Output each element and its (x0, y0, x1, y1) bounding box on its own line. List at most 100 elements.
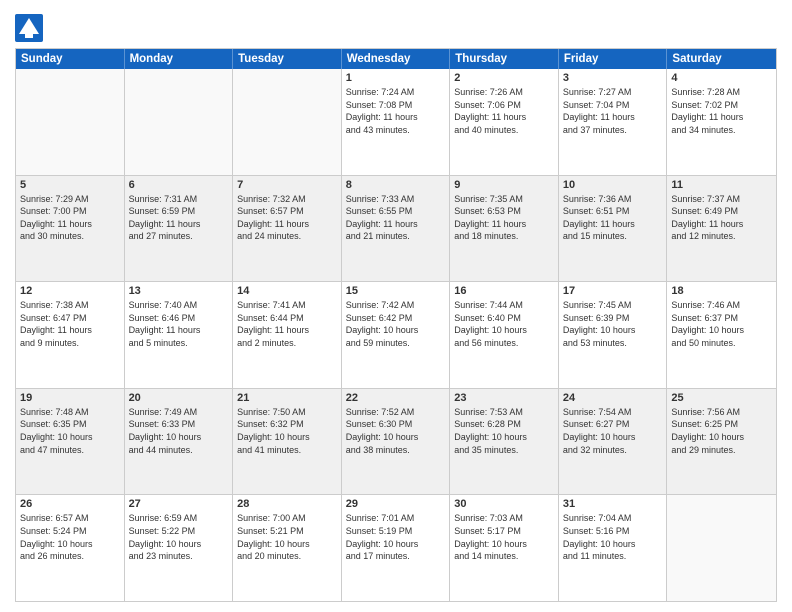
empty-cell (16, 69, 125, 175)
day-cell-30: 30 Sunrise: 7:03 AM Sunset: 5:17 PM Dayli… (450, 495, 559, 601)
day-number: 30 (454, 498, 554, 510)
day-cell-11: 11 Sunrise: 7:37 AM Sunset: 6:49 PM Dayli… (667, 176, 776, 282)
day-cell-6: 6Sunrise: 7:31 AM Sunset: 6:59 PM Daylig… (125, 176, 234, 282)
day-info: Sunrise: 7:38 AM Sunset: 6:47 PM Dayligh… (20, 299, 120, 349)
day-info: Sunrise: 7:41 AM Sunset: 6:44 PM Dayligh… (237, 299, 337, 349)
empty-cell (125, 69, 234, 175)
calendar: SundayMondayTuesdayWednesdayThursdayFrid… (15, 48, 777, 602)
day-info: Sunrise: 7:46 AM Sunset: 6:37 PM Dayligh… (671, 299, 772, 349)
day-info: Sunrise: 7:54 AM Sunset: 6:27 PM Dayligh… (563, 406, 663, 456)
day-info: Sunrise: 7:24 AM Sunset: 7:08 PM Dayligh… (346, 86, 446, 136)
day-cell-1: 1Sunrise: 7:24 AM Sunset: 7:08 PM Daylig… (342, 69, 451, 175)
header-day-friday: Friday (559, 49, 668, 69)
day-cell-15: 15Sunrise: 7:42 AM Sunset: 6:42 PM Dayli… (342, 282, 451, 388)
calendar-row-3: 19 Sunrise: 7:48 AM Sunset: 6:35 PM Dayli… (16, 389, 776, 496)
day-number: 9 (454, 179, 554, 191)
calendar-row-1: 5 Sunrise: 7:29 AM Sunset: 7:00 PM Daylig… (16, 176, 776, 283)
day-cell-18: 18 Sunrise: 7:46 AM Sunset: 6:37 PM Dayli… (667, 282, 776, 388)
day-number: 18 (671, 285, 772, 297)
day-number: 10 (563, 179, 663, 191)
day-number: 23 (454, 392, 554, 404)
calendar-header: SundayMondayTuesdayWednesdayThursdayFrid… (16, 49, 776, 69)
day-cell-31: 31 Sunrise: 7:04 AM Sunset: 5:16 PM Dayli… (559, 495, 668, 601)
day-info: Sunrise: 7:04 AM Sunset: 5:16 PM Dayligh… (563, 512, 663, 562)
day-info: Sunrise: 7:45 AM Sunset: 6:39 PM Dayligh… (563, 299, 663, 349)
day-number: 3 (563, 72, 663, 84)
day-number: 7 (237, 179, 337, 191)
calendar-row-4: 26Sunrise: 6:57 AM Sunset: 5:24 PM Dayli… (16, 495, 776, 601)
header-day-sunday: Sunday (16, 49, 125, 69)
day-cell-9: 9 Sunrise: 7:35 AM Sunset: 6:53 PM Daylig… (450, 176, 559, 282)
day-info: Sunrise: 7:31 AM Sunset: 6:59 PM Dayligh… (129, 193, 229, 243)
day-info: Sunrise: 7:44 AM Sunset: 6:40 PM Dayligh… (454, 299, 554, 349)
day-number: 4 (671, 72, 772, 84)
header-day-monday: Monday (125, 49, 234, 69)
day-info: Sunrise: 7:27 AM Sunset: 7:04 PM Dayligh… (563, 86, 663, 136)
header (15, 10, 777, 42)
day-info: Sunrise: 7:56 AM Sunset: 6:25 PM Dayligh… (671, 406, 772, 456)
calendar-row-0: 1Sunrise: 7:24 AM Sunset: 7:08 PM Daylig… (16, 69, 776, 176)
day-info: Sunrise: 7:33 AM Sunset: 6:55 PM Dayligh… (346, 193, 446, 243)
header-day-saturday: Saturday (667, 49, 776, 69)
day-cell-17: 17 Sunrise: 7:45 AM Sunset: 6:39 PM Dayli… (559, 282, 668, 388)
day-number: 25 (671, 392, 772, 404)
day-info: Sunrise: 7:29 AM Sunset: 7:00 PM Dayligh… (20, 193, 120, 243)
day-cell-27: 27Sunrise: 6:59 AM Sunset: 5:22 PM Dayli… (125, 495, 234, 601)
day-cell-10: 10 Sunrise: 7:36 AM Sunset: 6:51 PM Dayli… (559, 176, 668, 282)
day-cell-4: 4Sunrise: 7:28 AM Sunset: 7:02 PM Daylig… (667, 69, 776, 175)
day-cell-5: 5 Sunrise: 7:29 AM Sunset: 7:00 PM Daylig… (16, 176, 125, 282)
day-cell-8: 8 Sunrise: 7:33 AM Sunset: 6:55 PM Daylig… (342, 176, 451, 282)
day-number: 31 (563, 498, 663, 510)
day-info: Sunrise: 7:01 AM Sunset: 5:19 PM Dayligh… (346, 512, 446, 562)
day-cell-24: 24 Sunrise: 7:54 AM Sunset: 6:27 PM Dayli… (559, 389, 668, 495)
header-day-wednesday: Wednesday (342, 49, 451, 69)
day-number: 20 (129, 392, 229, 404)
day-number: 17 (563, 285, 663, 297)
day-number: 14 (237, 285, 337, 297)
day-info: Sunrise: 6:59 AM Sunset: 5:22 PM Dayligh… (129, 512, 229, 562)
empty-cell (233, 69, 342, 175)
day-number: 11 (671, 179, 772, 191)
day-cell-16: 16 Sunrise: 7:44 AM Sunset: 6:40 PM Dayli… (450, 282, 559, 388)
day-info: Sunrise: 7:00 AM Sunset: 5:21 PM Dayligh… (237, 512, 337, 562)
day-cell-3: 3 Sunrise: 7:27 AM Sunset: 7:04 PM Daylig… (559, 69, 668, 175)
day-number: 29 (346, 498, 446, 510)
logo-icon (15, 14, 43, 42)
day-cell-2: 2Sunrise: 7:26 AM Sunset: 7:06 PM Daylig… (450, 69, 559, 175)
day-number: 28 (237, 498, 337, 510)
day-number: 2 (454, 72, 554, 84)
day-cell-29: 29 Sunrise: 7:01 AM Sunset: 5:19 PM Dayli… (342, 495, 451, 601)
day-info: Sunrise: 7:37 AM Sunset: 6:49 PM Dayligh… (671, 193, 772, 243)
day-cell-21: 21 Sunrise: 7:50 AM Sunset: 6:32 PM Dayli… (233, 389, 342, 495)
day-info: Sunrise: 7:03 AM Sunset: 5:17 PM Dayligh… (454, 512, 554, 562)
day-cell-23: 23Sunrise: 7:53 AM Sunset: 6:28 PM Dayli… (450, 389, 559, 495)
empty-cell (667, 495, 776, 601)
calendar-row-2: 12 Sunrise: 7:38 AM Sunset: 6:47 PM Dayli… (16, 282, 776, 389)
day-number: 13 (129, 285, 229, 297)
day-info: Sunrise: 7:32 AM Sunset: 6:57 PM Dayligh… (237, 193, 337, 243)
day-info: Sunrise: 7:36 AM Sunset: 6:51 PM Dayligh… (563, 193, 663, 243)
day-number: 19 (20, 392, 120, 404)
day-number: 24 (563, 392, 663, 404)
day-number: 12 (20, 285, 120, 297)
header-day-tuesday: Tuesday (233, 49, 342, 69)
day-info: Sunrise: 7:35 AM Sunset: 6:53 PM Dayligh… (454, 193, 554, 243)
day-info: Sunrise: 7:48 AM Sunset: 6:35 PM Dayligh… (20, 406, 120, 456)
day-cell-26: 26Sunrise: 6:57 AM Sunset: 5:24 PM Dayli… (16, 495, 125, 601)
day-cell-14: 14 Sunrise: 7:41 AM Sunset: 6:44 PM Dayli… (233, 282, 342, 388)
day-number: 5 (20, 179, 120, 191)
day-number: 16 (454, 285, 554, 297)
day-cell-13: 13 Sunrise: 7:40 AM Sunset: 6:46 PM Dayli… (125, 282, 234, 388)
logo (15, 14, 45, 42)
day-number: 22 (346, 392, 446, 404)
day-info: Sunrise: 7:50 AM Sunset: 6:32 PM Dayligh… (237, 406, 337, 456)
day-number: 15 (346, 285, 446, 297)
day-info: Sunrise: 7:49 AM Sunset: 6:33 PM Dayligh… (129, 406, 229, 456)
day-number: 8 (346, 179, 446, 191)
day-cell-12: 12 Sunrise: 7:38 AM Sunset: 6:47 PM Dayli… (16, 282, 125, 388)
day-cell-7: 7 Sunrise: 7:32 AM Sunset: 6:57 PM Daylig… (233, 176, 342, 282)
day-info: Sunrise: 6:57 AM Sunset: 5:24 PM Dayligh… (20, 512, 120, 562)
day-number: 21 (237, 392, 337, 404)
day-cell-20: 20 Sunrise: 7:49 AM Sunset: 6:33 PM Dayli… (125, 389, 234, 495)
day-info: Sunrise: 7:40 AM Sunset: 6:46 PM Dayligh… (129, 299, 229, 349)
